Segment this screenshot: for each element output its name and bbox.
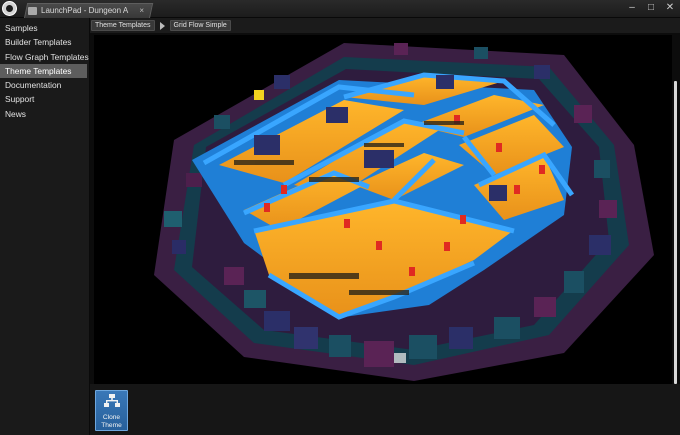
dungeon-preview-render	[154, 43, 654, 381]
clone-label-line2: Theme	[101, 421, 122, 429]
tab-close-icon[interactable]: ×	[139, 6, 144, 15]
clone-label-line1: Clone	[102, 414, 121, 421]
sidebar-item-documentation[interactable]: Documentation	[0, 78, 89, 92]
sidebar: Samples Builder Templates Flow Graph Tem…	[0, 18, 90, 435]
breadcrumb-grid-flow-simple[interactable]: Grid Flow Simple	[169, 20, 231, 31]
unreal-logo-icon	[2, 1, 17, 16]
sidebar-item-samples[interactable]: Samples	[0, 21, 89, 35]
title-bar: LaunchPad - Dungeon A × – □ ✕	[0, 0, 680, 18]
hierarchy-icon	[103, 394, 120, 407]
breadcrumb: Theme Templates Grid Flow Simple	[90, 18, 680, 33]
maximize-button[interactable]: □	[645, 1, 657, 15]
launchpad-icon	[28, 6, 37, 15]
sidebar-item-theme-templates[interactable]: Theme Templates	[0, 63, 87, 79]
action-bar	[90, 384, 680, 435]
clone-theme-button[interactable]: Clone Theme	[95, 390, 128, 431]
window-controls: – □ ✕	[626, 1, 676, 15]
breadcrumb-theme-templates[interactable]: Theme Templates	[91, 20, 155, 31]
sidebar-item-news[interactable]: News	[0, 107, 89, 121]
minimize-button[interactable]: –	[626, 1, 638, 15]
sidebar-item-support[interactable]: Support	[0, 92, 89, 106]
tab-title: LaunchPad - Dungeon A	[41, 6, 129, 15]
close-button[interactable]: ✕	[664, 1, 676, 15]
breadcrumb-arrow-icon	[159, 21, 165, 30]
sidebar-item-builder-templates[interactable]: Builder Templates	[0, 35, 89, 49]
theme-preview-image	[94, 35, 672, 384]
preview-scrollbar[interactable]	[674, 81, 677, 384]
document-tab-content[interactable]: LaunchPad - Dungeon A ×	[28, 4, 146, 17]
sidebar-item-flow-graph-templates[interactable]: Flow Graph Templates	[0, 50, 89, 64]
